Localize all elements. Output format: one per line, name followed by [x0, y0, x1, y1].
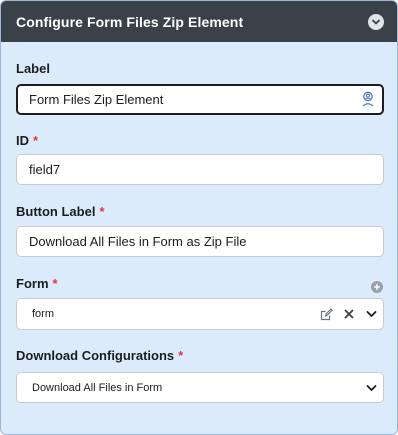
- id-label-text: ID: [16, 133, 29, 148]
- download-config-field-label: Download Configurations *: [16, 348, 183, 363]
- label-field-label-text: Label: [16, 61, 50, 76]
- required-marker: *: [33, 133, 39, 148]
- download-config-select-value: Download All Files in Form: [32, 381, 163, 394]
- form-field-label: Form *: [16, 276, 58, 291]
- label-field-label: Label: [16, 61, 50, 76]
- chevron-down-icon[interactable]: [368, 13, 384, 30]
- id-field-label: ID *: [16, 133, 38, 148]
- form-select-value: form: [32, 308, 54, 320]
- panel-header: Configure Form Files Zip Element: [1, 1, 397, 42]
- panel-title: Configure Form Files Zip Element: [16, 13, 244, 30]
- required-marker: *: [99, 204, 105, 219]
- button-label-field-label: Button Label *: [16, 204, 105, 219]
- required-marker: *: [52, 276, 58, 291]
- form-label-text: Form: [16, 276, 49, 291]
- chevron-down-icon[interactable]: [364, 384, 378, 392]
- form-select[interactable]: form: [16, 298, 384, 330]
- configure-element-panel: Configure Form Files Zip Element Label I…: [0, 0, 398, 435]
- button-label-text: Button Label: [16, 204, 96, 219]
- label-input[interactable]: [16, 84, 384, 115]
- close-icon[interactable]: [340, 309, 358, 319]
- download-config-label-text: Download Configurations: [16, 348, 175, 363]
- button-label-input[interactable]: [16, 226, 384, 257]
- person-pin-icon[interactable]: [361, 91, 375, 107]
- id-input[interactable]: [16, 154, 384, 185]
- external-edit-icon[interactable]: [316, 307, 336, 321]
- chevron-down-icon[interactable]: [364, 310, 378, 318]
- download-config-select[interactable]: Download All Files in Form: [16, 372, 384, 403]
- plus-circle-icon[interactable]: [371, 281, 383, 293]
- required-marker: *: [178, 348, 184, 363]
